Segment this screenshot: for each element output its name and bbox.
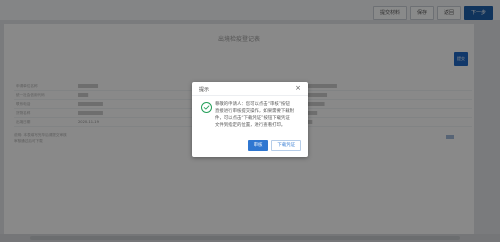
message-line: 文件到指定的位置，进行查看打印。 — [215, 123, 286, 128]
dialog-header: 提示 × — [192, 82, 308, 96]
message-line: 件，可以点击“下载凭证”按钮下载凭证 — [215, 116, 290, 121]
check-circle-icon — [201, 102, 212, 113]
close-icon[interactable]: × — [295, 84, 301, 92]
message-line: 尊敬的申请人：您可以点击“审核”按钮 — [215, 102, 290, 107]
dialog-message: 尊敬的申请人：您可以点击“审核”按钮 直接进行审核提交操作，如果需要下载附 件，… — [215, 101, 299, 129]
dialog-title: 提示 — [199, 87, 210, 93]
review-button[interactable]: 审核 — [247, 140, 269, 151]
dialog-buttons: 审核 下载凭证 — [247, 140, 301, 151]
message-line: 直接进行审核提交操作，如果需要下载附 — [215, 109, 295, 114]
download-certificate-button[interactable]: 下载凭证 — [271, 140, 301, 151]
page: 提交材料 保存 返回 下一步 出境检疫登记表 提交 申请单位名称 ████████… — [0, 0, 500, 242]
prompt-dialog: 提示 × 尊敬的申请人：您可以点击“审核”按钮 直接进行审核提交操作，如果需要下… — [192, 82, 308, 157]
